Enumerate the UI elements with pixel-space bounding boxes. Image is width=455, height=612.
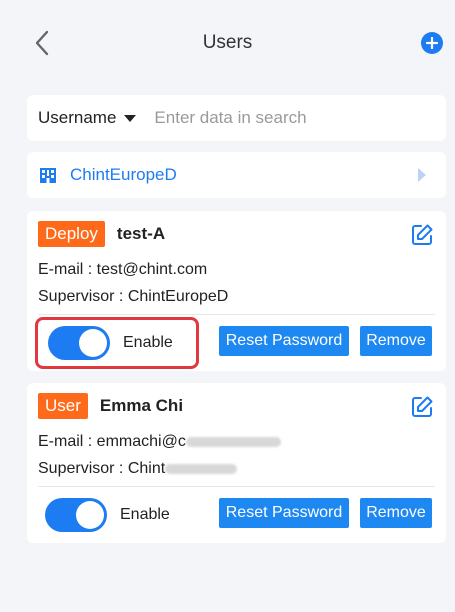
email-value: emmachi@c [96,433,186,450]
add-user-button[interactable] [421,32,443,54]
app-header: Users [0,0,455,86]
organization-name: ChintEuropeD [70,165,177,184]
plus-icon [426,37,438,49]
enable-toggle[interactable] [48,326,110,360]
supervisor-value: ChintEuropeD [127,288,229,305]
user-name: Emma Chi [99,396,184,415]
redacted-text [185,436,281,447]
user-supervisor: Supervisor : Chint [38,460,238,478]
role-badge: Deploy [38,221,105,247]
edit-icon [412,396,433,417]
reset-password-button[interactable]: Reset Password [219,326,349,356]
search-bar: Username [27,95,446,141]
user-name: test-A [116,224,166,243]
edit-button[interactable] [410,395,434,419]
divider [38,314,435,315]
edit-button[interactable] [410,223,434,247]
search-field-label: Username [38,108,117,127]
redacted-text [165,463,238,474]
edit-icon [412,224,433,245]
reset-password-button[interactable]: Reset Password [219,498,349,528]
building-icon [38,165,58,185]
remove-button[interactable]: Remove [360,498,432,528]
search-input[interactable] [154,108,385,128]
email-value: test@chint.com [96,261,208,278]
role-badge: User [38,393,88,419]
caret-right-icon [418,168,426,182]
enable-toggle-wrap: Enable [35,489,199,541]
page-title: Users [202,32,253,53]
divider [38,486,435,487]
email-label: E-mail : [38,433,97,450]
organization-selector[interactable]: ChintEuropeD [27,152,446,198]
enable-toggle-highlight: Enable [35,317,199,369]
supervisor-label: Supervisor : [38,460,128,477]
supervisor-label: Supervisor : [38,288,128,305]
supervisor-value: Chint [127,460,166,477]
user-card: User Emma Chi E-mail : emmachi@c Supervi… [27,383,446,543]
back-button[interactable] [30,28,54,58]
user-supervisor: Supervisor : ChintEuropeD [38,288,228,306]
email-label: E-mail : [38,261,97,278]
search-field-select[interactable]: Username [38,108,137,128]
enable-toggle[interactable] [45,498,107,532]
remove-button[interactable]: Remove [360,326,432,356]
enable-label: Enable [120,506,170,523]
user-email: E-mail : emmachi@c [38,433,281,451]
caret-down-icon [124,114,137,122]
enable-label: Enable [123,334,173,351]
user-card: Deploy test-A E-mail : test@chint.com Su… [27,211,446,371]
chevron-left-icon [35,30,49,56]
user-email: E-mail : test@chint.com [38,261,207,279]
